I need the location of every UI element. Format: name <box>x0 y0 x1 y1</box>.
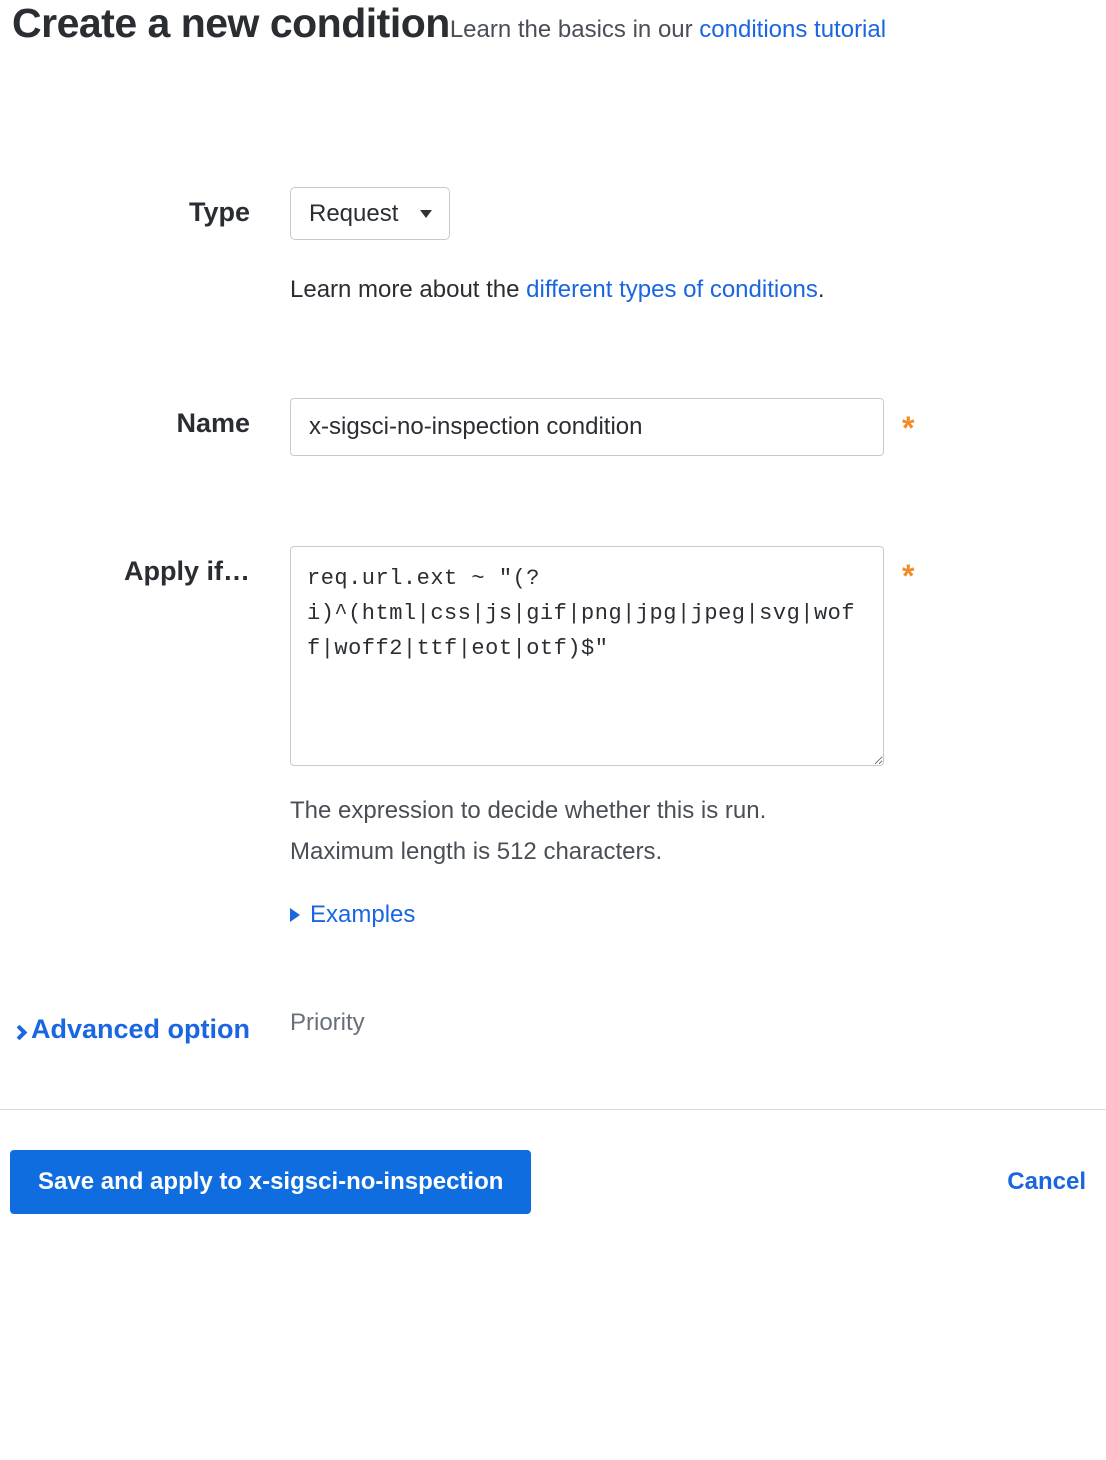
examples-toggle[interactable]: Examples <box>290 901 415 929</box>
advanced-label-col: Advanced option <box>0 1009 290 1050</box>
type-label-col: Type <box>0 187 290 228</box>
name-label-col: Name <box>0 398 290 439</box>
advanced-field-col: Priority <box>290 1009 930 1037</box>
footer-bar: Save and apply to x-sigsci-no-inspection… <box>0 1110 1106 1234</box>
name-label: Name <box>176 408 250 438</box>
type-select-wrap: Request <box>290 187 450 240</box>
save-button[interactable]: Save and apply to x-sigsci-no-inspection <box>10 1150 531 1214</box>
apply-if-label-col: Apply if… <box>0 546 290 587</box>
type-select[interactable]: Request <box>290 187 450 240</box>
triangle-right-icon <box>290 908 300 922</box>
advanced-option-label: Advanced option <box>31 1014 250 1044</box>
name-input[interactable] <box>290 398 884 456</box>
apply-if-label: Apply if… <box>124 556 250 586</box>
advanced-option-toggle[interactable]: Advanced option <box>14 1009 250 1050</box>
chevron-right-icon <box>12 1024 28 1040</box>
type-label: Type <box>189 197 250 227</box>
name-field-col: * <box>290 398 930 456</box>
required-asterisk-icon: * <box>902 410 914 447</box>
apply-if-helper-line1: The expression to decide whether this is… <box>290 791 930 832</box>
advanced-row: Advanced option Priority <box>0 1009 1106 1050</box>
type-helper-suffix: . <box>818 276 825 303</box>
apply-if-field-col: req.url.ext ~ "(?i)^(html|css|js|gif|png… <box>290 546 930 929</box>
type-helper-prefix: Learn more about the <box>290 276 526 303</box>
cancel-button[interactable]: Cancel <box>1007 1168 1086 1196</box>
page-title: Create a new condition <box>12 0 450 47</box>
type-field-col: Request Learn more about the different t… <box>290 187 930 308</box>
form-area: Type Request Learn more about the differ… <box>0 47 1106 1049</box>
types-of-conditions-link[interactable]: different types of conditions <box>526 276 818 303</box>
subtitle-prefix: Learn the basics in our <box>450 16 699 43</box>
name-row: Name * <box>0 398 1106 456</box>
type-helper-text: Learn more about the different types of … <box>290 272 930 308</box>
apply-if-helper-line2: Maximum length is 512 characters. <box>290 832 930 873</box>
apply-if-helper: The expression to decide whether this is… <box>290 791 930 873</box>
page-header: Create a new condition Learn the basics … <box>0 0 1106 47</box>
subtitle-text: Learn the basics in our conditions tutor… <box>450 16 886 44</box>
apply-if-textarea[interactable]: req.url.ext ~ "(?i)^(html|css|js|gif|png… <box>290 546 884 766</box>
conditions-tutorial-link[interactable]: conditions tutorial <box>699 16 886 43</box>
type-row: Type Request Learn more about the differ… <box>0 187 1106 308</box>
required-asterisk-icon: * <box>902 558 914 595</box>
examples-label: Examples <box>310 901 415 929</box>
advanced-value: Priority <box>290 1007 365 1036</box>
apply-if-row: Apply if… req.url.ext ~ "(?i)^(html|css|… <box>0 546 1106 929</box>
